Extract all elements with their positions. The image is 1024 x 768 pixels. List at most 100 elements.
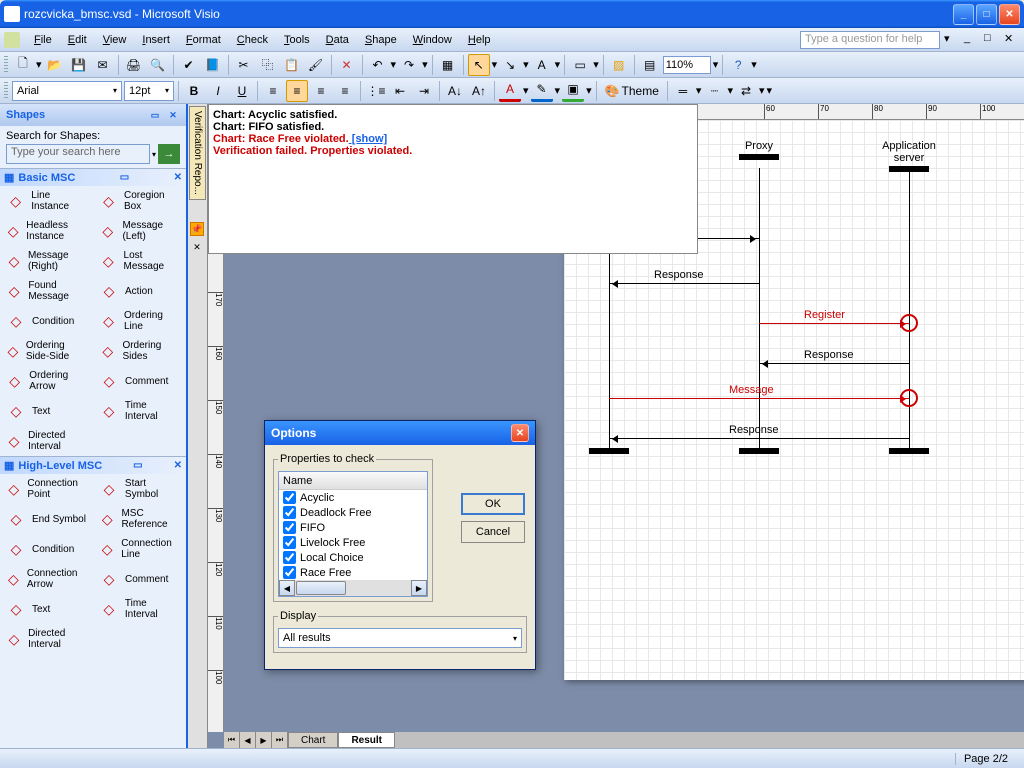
panel-minimize-icon[interactable]: ▭ [148,108,162,122]
line-ends-button[interactable]: ⇄ [735,80,757,102]
search-shapes-input[interactable]: Type your search here [6,144,150,164]
help-dropdown-icon[interactable]: ▾ [944,32,960,48]
email-button[interactable]: ✉ [92,54,114,76]
shape-item[interactable]: ◇MSC Reference [93,504,186,534]
menu-tools[interactable]: Tools [276,32,318,48]
tab-last-button[interactable]: ⏭ [272,732,288,748]
stencil-collapse-icon[interactable]: ▭ [120,172,129,183]
shape-item[interactable]: ◇End Symbol [0,504,93,534]
redo-dropdown-icon[interactable]: ▾ [422,58,428,71]
shape-item[interactable]: ◇Text [0,594,93,624]
research-button[interactable]: 📘 [202,54,224,76]
tab-prev-button[interactable]: ◀ [240,732,256,748]
property-checkbox[interactable] [283,491,296,504]
line-color-button[interactable]: ✎ [531,80,553,102]
shape-item[interactable]: ◇Time Interval [93,396,186,426]
redo-button[interactable]: ↷ [398,54,420,76]
shape-item[interactable]: ◇Coregion Box [93,186,186,216]
property-checkbox[interactable] [283,536,296,549]
property-checkbox[interactable] [283,566,296,579]
text-dropdown-icon[interactable]: ▾ [555,58,561,71]
rectangle-tool-button[interactable]: ▭ [569,54,591,76]
connector-dropdown-icon[interactable]: ▾ [523,58,529,71]
text-tool-button[interactable]: A [531,54,553,76]
help-search-input[interactable]: Type a question for help [800,31,940,49]
shape-item[interactable] [93,624,186,654]
shape-item[interactable]: ◇Start Symbol [93,474,186,504]
menu-data[interactable]: Data [318,32,357,48]
properties-hscrollbar[interactable]: ◀ ▶ [279,580,427,596]
copy-button[interactable]: ⿻ [257,54,279,76]
shape-item[interactable]: ◇Time Interval [93,594,186,624]
zoom-input[interactable] [663,56,711,74]
toolbar-overflow-icon[interactable]: ▾ [767,84,773,97]
scroll-left-button[interactable]: ◀ [279,580,295,596]
search-go-button[interactable]: → [158,144,180,164]
pointer-tool-button[interactable]: ↖ [468,54,490,76]
shape-item[interactable]: ◇Condition [0,306,93,336]
properties-col-header[interactable]: Name [279,472,427,490]
search-dropdown-icon[interactable]: ▾ [152,144,156,164]
line-weight-dropdown-icon[interactable]: ▾ [696,84,702,97]
stencil-collapse-icon[interactable]: ▭ [133,460,142,471]
stencil-close-icon[interactable]: ✕ [174,460,182,471]
toolbar-overflow-icon[interactable]: ▾ [751,58,757,71]
menu-insert[interactable]: Insert [134,32,178,48]
menu-edit[interactable]: Edit [60,32,95,48]
message-arrow[interactable] [759,323,909,324]
underline-button[interactable]: U [231,80,253,102]
italic-button[interactable]: I [207,80,229,102]
shape-item[interactable]: ◇Message (Right) [0,246,93,276]
maximize-button[interactable]: □ [976,4,997,25]
line-pattern-button[interactable]: ┈ [703,80,725,102]
font-family-combo[interactable]: Arial▾ [12,81,122,101]
dialog-close-button[interactable]: ✕ [511,424,529,442]
property-checkbox[interactable] [283,551,296,564]
spelling-button[interactable]: ✔ [178,54,200,76]
shape-item[interactable]: ◇Line Instance [0,186,93,216]
menu-help[interactable]: Help [460,32,499,48]
property-checkbox[interactable] [283,506,296,519]
message-arrow[interactable] [609,438,909,439]
shape-item[interactable]: ◇Ordering Line [93,306,186,336]
shape-item[interactable]: ◇Found Message [0,276,93,306]
scroll-thumb[interactable] [296,581,346,595]
shape-item[interactable]: ◇Text [0,396,93,426]
stencil-header[interactable]: ▦Basic MSC▭✕ [0,168,186,186]
line-weight-button[interactable]: ═ [672,80,694,102]
increase-fontsize-button[interactable]: A↑ [468,80,490,102]
shape-item[interactable]: ◇Directed Interval [0,426,93,456]
format-painter-button[interactable]: 🖌 [305,54,327,76]
shape-item[interactable]: ◇Message (Left) [93,216,186,246]
new-dropdown-icon[interactable]: ▾ [36,58,42,71]
help-button[interactable]: ? [727,54,749,76]
increase-indent-button[interactable]: ⇥ [413,80,435,102]
shape-item[interactable]: ◇Lost Message [93,246,186,276]
align-center-button[interactable]: ≡ [286,80,308,102]
restore-subwindow-icon[interactable]: _ [964,32,980,48]
print-button[interactable]: 🖨 [123,54,145,76]
toolbar-grip[interactable] [4,82,8,100]
property-checkbox[interactable] [283,521,296,534]
report-show-link[interactable]: [show] [349,133,388,145]
cut-button[interactable]: ✂ [233,54,255,76]
stencil-button[interactable]: ▤ [639,54,661,76]
new-button[interactable]: 🗋 [12,54,34,76]
save-button[interactable]: 💾 [68,54,90,76]
shape-item[interactable]: ◇Ordering Arrow [0,366,93,396]
shape-item[interactable]: ◇Connection Point [0,474,93,504]
menu-window[interactable]: Window [405,32,460,48]
shape-item[interactable]: ◇Directed Interval [0,624,93,654]
lifeline-stem[interactable] [759,168,760,448]
menu-format[interactable]: Format [178,32,229,48]
page-tab-result[interactable]: Result [338,732,395,748]
close-subwindow-icon[interactable]: ✕ [1004,32,1020,48]
line-color-dropdown-icon[interactable]: ▾ [555,84,561,97]
shapes-window-button[interactable]: ▦ [437,54,459,76]
panel-close-icon[interactable]: ✕ [166,108,180,122]
shape-item[interactable]: ◇Condition [0,534,93,564]
line-pattern-dropdown-icon[interactable]: ▾ [727,84,733,97]
align-right-button[interactable]: ≡ [310,80,332,102]
menu-view[interactable]: View [95,32,135,48]
maximize-subwindow-icon[interactable]: □ [984,32,1000,48]
